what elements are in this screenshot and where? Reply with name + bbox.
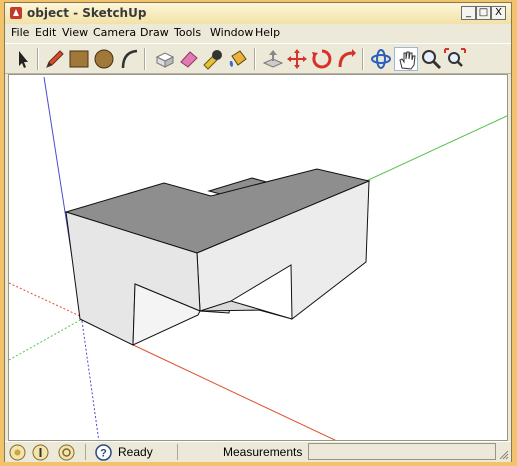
zoom-extents-icon bbox=[444, 48, 466, 67]
user-icon bbox=[58, 444, 75, 461]
geo-location-icon bbox=[9, 444, 26, 461]
red-axis-negative bbox=[9, 282, 83, 318]
menu-file[interactable]: File bbox=[11, 26, 29, 39]
arc-tool[interactable] bbox=[117, 47, 141, 71]
component-icon bbox=[155, 52, 175, 68]
rotate-icon bbox=[312, 49, 332, 69]
toolbar-separator bbox=[144, 48, 146, 70]
circle-tool[interactable] bbox=[92, 47, 116, 71]
circle-icon bbox=[94, 49, 114, 69]
arrow-cursor-icon bbox=[19, 51, 28, 68]
status-bar: ? Ready Measurements bbox=[5, 441, 511, 462]
toolbar-separator bbox=[362, 48, 364, 70]
geo-location-button[interactable] bbox=[9, 444, 26, 461]
status-message: Ready bbox=[118, 445, 153, 459]
svg-text:?: ? bbox=[100, 448, 107, 460]
eraser-tool[interactable] bbox=[177, 47, 201, 71]
paint-bucket-tool[interactable] bbox=[226, 47, 250, 71]
main-toolbar bbox=[5, 43, 511, 74]
title-bar[interactable]: object - SketchUp _ □ X bbox=[5, 3, 511, 25]
blue-axis-negative bbox=[81, 320, 100, 440]
follow-me-icon bbox=[338, 49, 356, 68]
rectangle-tool[interactable] bbox=[67, 47, 91, 71]
menu-edit[interactable]: Edit bbox=[35, 26, 56, 39]
credits-button[interactable] bbox=[32, 444, 49, 461]
sketchup-window: object - SketchUp _ □ X File Edit View C… bbox=[4, 2, 512, 462]
green-axis-negative bbox=[9, 318, 83, 361]
sign-in-button[interactable] bbox=[58, 444, 75, 461]
make-component-tool[interactable] bbox=[153, 47, 177, 71]
menu-help[interactable]: Help bbox=[255, 26, 280, 39]
measurements-input[interactable] bbox=[308, 443, 496, 460]
pencil-icon bbox=[46, 50, 64, 68]
credits-icon bbox=[32, 444, 49, 461]
zoom-tool[interactable] bbox=[419, 47, 443, 71]
zoom-extents-tool[interactable] bbox=[443, 47, 467, 71]
menu-view[interactable]: View bbox=[62, 26, 88, 39]
paint-bucket-icon bbox=[229, 50, 247, 67]
follow-me-tool[interactable] bbox=[335, 47, 359, 71]
push-pull-tool[interactable] bbox=[261, 47, 285, 71]
window-title: object - SketchUp bbox=[27, 6, 147, 20]
status-separator bbox=[85, 444, 86, 460]
green-axis bbox=[363, 115, 507, 183]
menu-tools[interactable]: Tools bbox=[174, 26, 201, 39]
rectangle-icon bbox=[69, 50, 89, 68]
status-separator bbox=[177, 444, 178, 460]
rotate-tool[interactable] bbox=[310, 47, 334, 71]
menu-draw[interactable]: Draw bbox=[140, 26, 169, 39]
menu-window[interactable]: Window bbox=[210, 26, 253, 39]
pencil-tool[interactable] bbox=[43, 47, 67, 71]
toolbar-separator bbox=[254, 48, 256, 70]
model-scene bbox=[9, 76, 507, 440]
orbit-tool[interactable] bbox=[369, 47, 393, 71]
magnifier-icon bbox=[422, 50, 442, 70]
select-tool[interactable] bbox=[11, 47, 35, 71]
menu-bar: File Edit View Camera Draw Tools Window … bbox=[5, 24, 511, 43]
move-tool[interactable] bbox=[285, 47, 309, 71]
help-icon: ? bbox=[95, 444, 112, 461]
hand-icon bbox=[399, 51, 416, 70]
tape-measure-icon bbox=[203, 50, 222, 70]
instructor-button[interactable]: ? bbox=[95, 444, 112, 461]
resize-grip-icon[interactable] bbox=[497, 448, 509, 460]
close-button[interactable]: X bbox=[491, 6, 506, 20]
sketchup-logo-icon bbox=[10, 7, 22, 19]
minimize-button[interactable]: _ bbox=[461, 6, 476, 20]
arc-icon bbox=[121, 49, 138, 69]
toolbar-separator bbox=[37, 48, 39, 70]
move-icon bbox=[287, 49, 307, 69]
measurements-label: Measurements bbox=[223, 445, 303, 459]
eraser-icon bbox=[180, 51, 198, 68]
menu-camera[interactable]: Camera bbox=[93, 26, 136, 39]
tape-measure-tool[interactable] bbox=[201, 47, 225, 71]
modeling-viewport[interactable] bbox=[8, 74, 508, 441]
red-axis bbox=[128, 342, 336, 440]
push-pull-icon bbox=[262, 50, 284, 68]
maximize-button[interactable]: □ bbox=[476, 6, 491, 20]
pan-tool[interactable] bbox=[394, 47, 418, 71]
orbit-icon bbox=[371, 49, 391, 69]
